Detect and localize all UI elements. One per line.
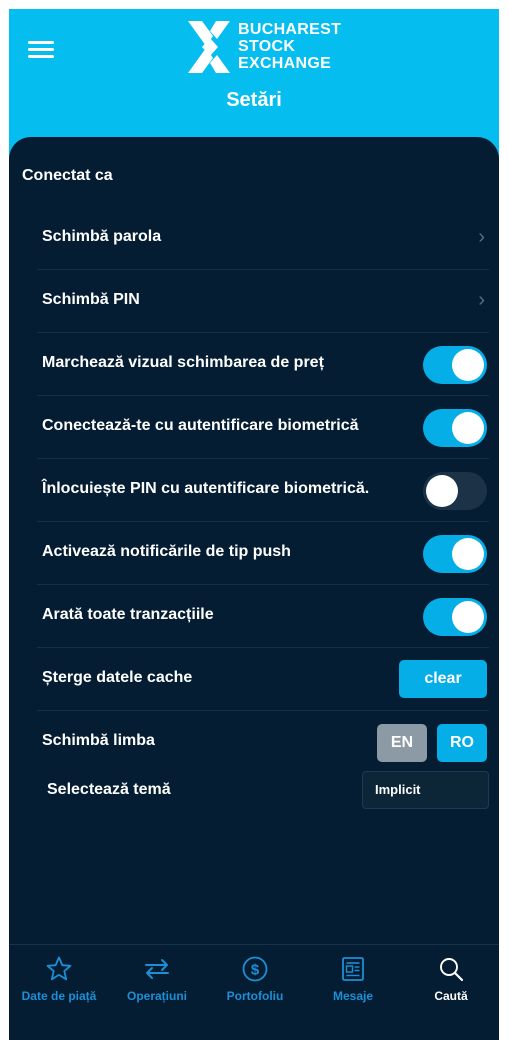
toggle-knob	[452, 601, 484, 633]
nav-market-data[interactable]: Date de piață	[10, 953, 108, 1023]
logo-line: STOCK	[238, 38, 296, 55]
row-label: Arată toate tranzacțiile	[42, 606, 214, 623]
search-icon	[440, 958, 464, 982]
logo-line: BUCHAREST	[238, 21, 342, 38]
show-all-transactions-toggle[interactable]	[423, 598, 487, 636]
language-en-button[interactable]: EN	[377, 724, 427, 762]
row-label: Schimbă PIN	[42, 291, 140, 308]
toggle-knob	[452, 412, 484, 444]
page-title: Setări	[226, 89, 282, 111]
bottom-nav: Date de piață Operațiuni $ Portofoliu Me…	[9, 944, 499, 1040]
change-pin-row[interactable]: Schimbă PIN ›	[37, 270, 489, 333]
row-label: Schimbă parola	[42, 228, 162, 245]
app-screen: BUCHAREST STOCK EXCHANGE Setări Conectat…	[9, 9, 499, 1040]
theme-row: Selectează temă Implicit	[47, 767, 489, 817]
language-ro-button[interactable]: RO	[437, 724, 487, 762]
dollar-circle-icon: $	[242, 956, 268, 982]
price-change-toggle[interactable]	[423, 346, 487, 384]
theme-select[interactable]: Implicit	[362, 771, 489, 809]
row-label: Conectează-te cu autentificare biometric…	[42, 417, 359, 434]
logo-line: EXCHANGE	[238, 55, 332, 72]
nav-label: Portofoliu	[226, 989, 284, 1003]
clear-cache-row: Șterge datele cache clear	[37, 648, 489, 711]
settings-panel: Conectat ca Schimbă parola › Schimbă PIN…	[9, 137, 499, 1040]
transfer-arrows-icon	[145, 959, 169, 979]
nav-label: Operațiuni	[126, 989, 187, 1003]
chevron-right-icon: ›	[478, 226, 485, 248]
toggle-knob	[452, 349, 484, 381]
toggle-knob	[426, 475, 458, 507]
svg-text:$: $	[251, 962, 260, 979]
header: BUCHAREST STOCK EXCHANGE Setări	[9, 9, 499, 149]
show-all-transactions-row: Arată toate tranzacțiile	[37, 585, 489, 648]
toggle-knob	[452, 538, 484, 570]
biometric-login-toggle[interactable]	[423, 409, 487, 447]
price-change-highlight-row: Marchează vizual schimbarea de preț	[37, 333, 489, 396]
replace-pin-biometric-row: Înlocuiește PIN cu autentificare biometr…	[37, 459, 489, 522]
nav-label: Date de piață	[21, 989, 97, 1003]
row-label: Schimbă limba	[42, 732, 155, 749]
logo-text: BUCHAREST STOCK EXCHANGE	[238, 21, 341, 72]
newspaper-icon	[342, 957, 364, 981]
change-language-row: Schimbă limba EN RO	[37, 711, 489, 774]
clear-cache-button[interactable]: clear	[399, 660, 487, 698]
connected-as-label: Conectat ca	[22, 167, 113, 184]
bse-logo: BUCHAREST STOCK EXCHANGE	[186, 19, 346, 77]
nav-label: Mesaje	[332, 989, 374, 1003]
bse-logo-mark-icon	[188, 21, 230, 73]
row-label: Activează notificările de tip push	[42, 543, 291, 560]
nav-search[interactable]: Caută	[402, 953, 499, 1023]
star-icon	[46, 956, 72, 981]
theme-label: Selectează temă	[47, 781, 171, 798]
biometric-login-row: Conectează-te cu autentificare biometric…	[37, 396, 489, 459]
nav-label: Caută	[434, 989, 468, 1003]
push-notifications-toggle[interactable]	[423, 535, 487, 573]
replace-pin-biometric-toggle[interactable]	[423, 472, 487, 510]
row-label: Marchează vizual schimbarea de preț	[42, 354, 324, 371]
row-label: Șterge datele cache	[42, 669, 193, 686]
chevron-right-icon: ›	[478, 289, 485, 311]
row-label: Înlocuiește PIN cu autentificare biometr…	[42, 480, 370, 497]
nav-messages[interactable]: Mesaje	[304, 953, 402, 1023]
push-notifications-row: Activează notificările de tip push	[37, 522, 489, 585]
hamburger-menu-icon[interactable]	[28, 40, 54, 60]
nav-portfolio[interactable]: $ Portofoliu	[206, 953, 304, 1023]
nav-operations[interactable]: Operațiuni	[108, 953, 206, 1023]
change-password-row[interactable]: Schimbă parola ›	[37, 207, 489, 270]
